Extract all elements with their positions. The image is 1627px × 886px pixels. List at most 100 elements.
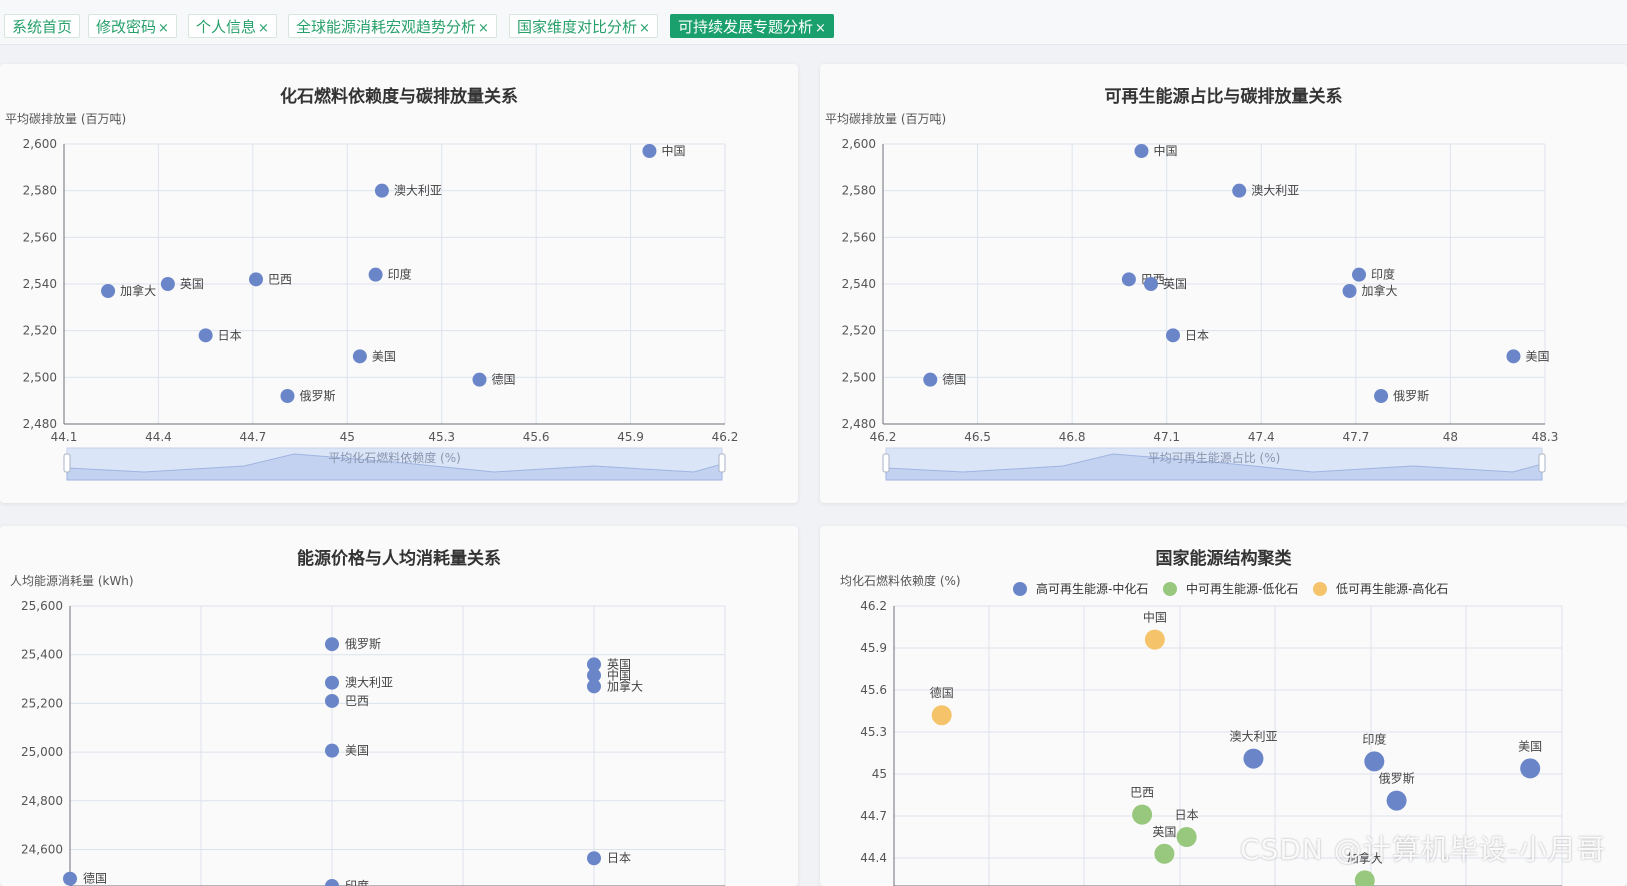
chart-title: 化石燃料依赖度与碳排放量关系 bbox=[280, 87, 518, 107]
zoom-handle[interactable] bbox=[1538, 453, 1546, 473]
scatter-chart[interactable]: 人均能源消耗量 (kWh) 24,600 24,800 25,000 25,200 25,… bbox=[0, 526, 798, 886]
data-point[interactable] bbox=[160, 277, 175, 291]
tab-country-compare[interactable]: 国家维度对比分析 × bbox=[509, 14, 658, 38]
data-label: 日本 bbox=[607, 851, 631, 865]
data-point[interactable] bbox=[1121, 272, 1136, 287]
data-point[interactable] bbox=[101, 284, 116, 298]
data-point[interactable] bbox=[374, 183, 389, 198]
x-tick-label: 46.8 bbox=[1059, 430, 1086, 444]
tab-label: 修改密码 bbox=[96, 18, 157, 36]
x-tick-label: 48 bbox=[1443, 430, 1458, 444]
data-point[interactable] bbox=[642, 144, 657, 158]
data-label: 加拿大 bbox=[120, 283, 156, 298]
y-tick-label: 2,480 bbox=[842, 417, 876, 431]
y-axis-title: 平均碳排放量 (百万吨) bbox=[825, 111, 946, 126]
legend-marker[interactable] bbox=[1313, 582, 1327, 596]
data-point[interactable] bbox=[1520, 758, 1541, 779]
data-point[interactable] bbox=[1154, 843, 1175, 864]
data-point[interactable] bbox=[1166, 328, 1181, 343]
data-point[interactable] bbox=[1243, 748, 1264, 769]
data-label: 美国 bbox=[1525, 349, 1549, 363]
data-point[interactable] bbox=[1352, 267, 1367, 282]
data-label: 日本 bbox=[218, 328, 242, 342]
tab-label: 系统首页 bbox=[12, 18, 73, 36]
data-point[interactable] bbox=[1232, 183, 1247, 198]
data-label: 德国 bbox=[491, 372, 515, 387]
data-point[interactable] bbox=[1364, 751, 1385, 772]
close-icon[interactable]: × bbox=[639, 21, 650, 36]
zoom-handle[interactable] bbox=[882, 453, 890, 473]
zoom-handle[interactable] bbox=[63, 453, 71, 473]
data-point[interactable] bbox=[1374, 389, 1389, 403]
chart-panel-price-vs-consumption: 能源价格与人均消耗量关系 人均能源消耗量 (kWh) 24,600 24,800 25… bbox=[0, 526, 798, 886]
data-label: 加拿大 bbox=[1362, 283, 1398, 298]
data-point[interactable] bbox=[1354, 870, 1375, 886]
data-label: 俄罗斯 bbox=[345, 637, 381, 651]
data-point[interactable] bbox=[1144, 629, 1165, 650]
y-tick-label: 44.4 bbox=[860, 851, 887, 865]
scatter-chart[interactable]: 平均碳排放量 (百万吨) 44.1 44.4 44.7 45 45.3 45.6 45.9 46… bbox=[0, 64, 798, 503]
data-point[interactable] bbox=[1342, 284, 1357, 298]
tab-sustainability[interactable]: 可持续发展专题分析 × bbox=[670, 14, 834, 38]
x-tick-label: 46.2 bbox=[712, 430, 739, 444]
y-tick-label: 24,800 bbox=[21, 794, 63, 808]
data-point[interactable] bbox=[1143, 277, 1158, 291]
data-point[interactable] bbox=[325, 675, 339, 690]
data-point[interactable] bbox=[198, 328, 213, 343]
tab-change-password[interactable]: 修改密码 × bbox=[88, 14, 177, 38]
tab-profile[interactable]: 个人信息 × bbox=[188, 14, 277, 38]
y-tick-label: 2,580 bbox=[842, 184, 876, 198]
y-tick-label: 25,400 bbox=[21, 648, 63, 662]
data-point[interactable] bbox=[587, 851, 601, 866]
y-tick-label: 25,200 bbox=[21, 696, 63, 710]
data-point[interactable] bbox=[325, 879, 339, 886]
legend-marker[interactable] bbox=[1013, 582, 1027, 596]
data-point[interactable] bbox=[352, 349, 367, 364]
zoom-handle[interactable] bbox=[718, 453, 726, 473]
data-label: 美国 bbox=[1518, 739, 1542, 753]
data-label: 中国 bbox=[661, 143, 685, 158]
data-point[interactable] bbox=[1506, 349, 1521, 364]
data-label: 德国 bbox=[942, 372, 966, 387]
y-tick-label: 24,600 bbox=[21, 842, 63, 856]
legend-marker[interactable] bbox=[1163, 582, 1177, 596]
x-tick-label: 47.4 bbox=[1248, 430, 1275, 444]
close-icon[interactable]: × bbox=[815, 21, 826, 36]
data-point[interactable] bbox=[1176, 827, 1197, 847]
data-point[interactable] bbox=[1132, 804, 1153, 825]
data-label: 俄罗斯 bbox=[1379, 772, 1415, 786]
chart-title: 可再生能源占比与碳排放量关系 bbox=[1104, 87, 1343, 107]
close-icon[interactable]: × bbox=[258, 21, 269, 36]
data-point[interactable] bbox=[325, 637, 339, 652]
scatter-chart[interactable]: 平均碳排放量 (百万吨) 46.2 46.5 46.8 47.1 47.4 47.7 48 48… bbox=[820, 64, 1627, 503]
close-icon[interactable]: × bbox=[478, 21, 489, 36]
close-icon[interactable]: × bbox=[158, 21, 169, 36]
data-label: 日本 bbox=[1175, 808, 1199, 822]
y-tick-label: 44.7 bbox=[860, 809, 887, 823]
data-point[interactable] bbox=[472, 372, 487, 387]
y-tick-label: 45.3 bbox=[860, 725, 887, 739]
data-label: 澳大利亚 bbox=[1229, 730, 1277, 744]
data-point[interactable] bbox=[325, 693, 339, 708]
tab-global-trend[interactable]: 全球能源消耗宏观趋势分析 × bbox=[288, 14, 497, 38]
data-point[interactable] bbox=[923, 372, 938, 387]
data-point[interactable] bbox=[1134, 144, 1149, 158]
x-tick-label: 46.5 bbox=[964, 430, 991, 444]
data-point[interactable] bbox=[587, 679, 601, 694]
data-point[interactable] bbox=[280, 389, 295, 403]
y-tick-label: 2,600 bbox=[23, 137, 57, 151]
watermark: CSDN @计算机毕设-小月哥 bbox=[1240, 833, 1606, 866]
x-tick-label: 44.7 bbox=[239, 430, 266, 444]
data-label: 澳大利亚 bbox=[394, 184, 442, 198]
data-label: 印度 bbox=[388, 267, 412, 282]
data-point[interactable] bbox=[249, 272, 264, 287]
data-point[interactable] bbox=[931, 705, 952, 726]
data-point[interactable] bbox=[325, 743, 339, 758]
tab-home[interactable]: 系统首页 bbox=[4, 14, 81, 38]
y-tick-label: 25,600 bbox=[21, 599, 63, 613]
data-point[interactable] bbox=[368, 267, 383, 282]
data-label: 英国 bbox=[180, 277, 204, 291]
data-point[interactable] bbox=[1386, 790, 1407, 811]
y-tick-label: 2,540 bbox=[842, 277, 876, 291]
x-tick-label: 45 bbox=[340, 430, 355, 444]
